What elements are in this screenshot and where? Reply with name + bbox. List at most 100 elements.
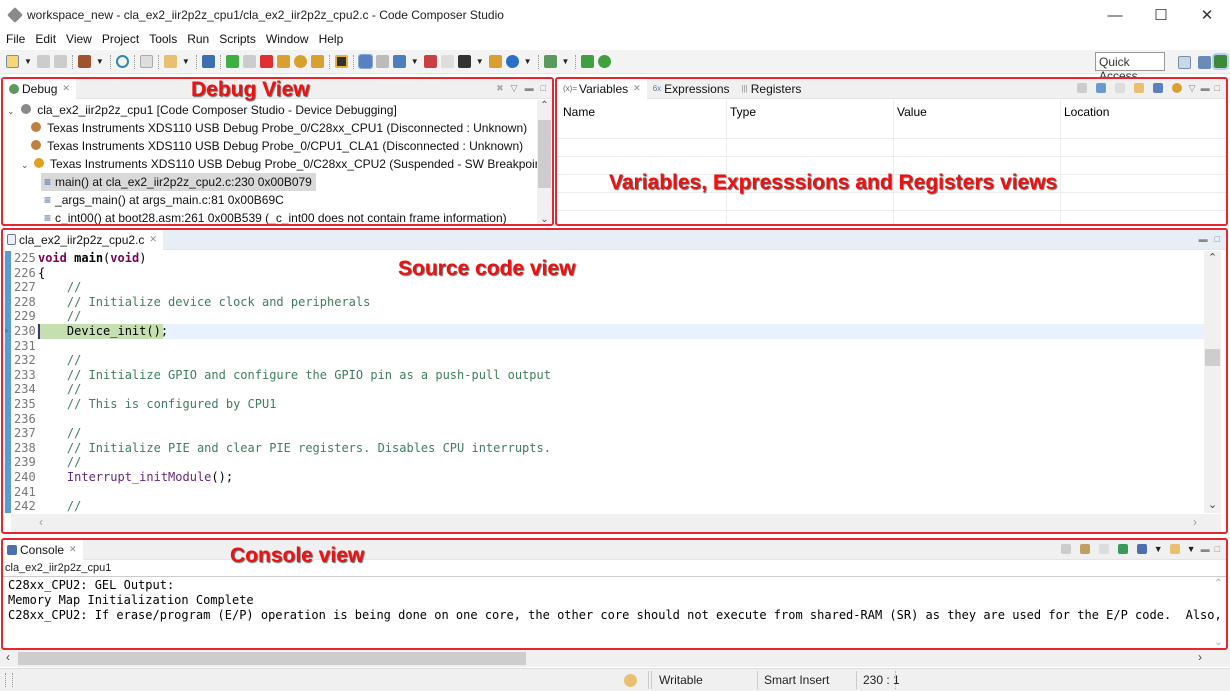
reset-dropdown-icon[interactable]: ▼ xyxy=(411,57,419,66)
new-expression-icon[interactable] xyxy=(1133,83,1144,93)
scroll-thumb[interactable] xyxy=(18,652,526,665)
save-icon[interactable] xyxy=(36,55,50,68)
code-line[interactable]: // Initialize device clock and periphera… xyxy=(38,295,370,309)
minimize-view-icon[interactable]: ▬ xyxy=(1201,83,1210,94)
new-icon[interactable] xyxy=(6,55,19,68)
menu-view[interactable]: View xyxy=(66,32,92,46)
code-line[interactable]: // xyxy=(38,499,81,513)
minimize-view-icon[interactable]: ▬ xyxy=(525,83,534,94)
debug-dropdown-icon[interactable]: ▼ xyxy=(182,57,190,66)
run-dropdown-icon[interactable]: ▼ xyxy=(524,57,532,66)
view-menu-icon[interactable]: ▽ xyxy=(1189,83,1196,94)
code-line[interactable]: Device_init(); xyxy=(38,324,168,338)
show-type-names-icon[interactable] xyxy=(1076,83,1087,93)
settings-icon[interactable] xyxy=(543,55,557,68)
reset-icon[interactable] xyxy=(392,55,406,68)
stack-frame[interactable]: ≡ _args_main() at args_main.c:81 0x00B69C xyxy=(41,191,284,209)
code-line[interactable]: // xyxy=(38,280,81,294)
tab-registers[interactable]: ||| Registers xyxy=(736,79,808,99)
code-line[interactable]: // This is configured by CPU1 xyxy=(38,397,277,411)
scroll-down-icon[interactable]: ⌄ xyxy=(1211,637,1226,648)
maximize-view-icon[interactable]: □ xyxy=(1215,234,1220,244)
step-over-icon[interactable] xyxy=(293,55,307,68)
column-header-type[interactable]: Type xyxy=(730,105,756,119)
minimize-view-icon[interactable]: ▬ xyxy=(1201,544,1210,554)
tree-item[interactable]: Texas Instruments XDS110 USB Debug Probe… xyxy=(31,137,523,155)
scroll-up-icon[interactable]: ⌃ xyxy=(537,100,552,111)
open-console-icon[interactable] xyxy=(1169,544,1180,554)
new-dropdown-icon[interactable]: ▼ xyxy=(24,57,32,66)
menu-window[interactable]: Window xyxy=(266,32,309,46)
display-console-icon[interactable] xyxy=(1136,544,1147,554)
close-tab-icon[interactable]: ✕ xyxy=(633,83,641,94)
code-line[interactable]: // xyxy=(38,426,81,440)
scroll-up-icon[interactable]: ⌃ xyxy=(1211,578,1226,589)
suspend-icon[interactable] xyxy=(242,55,256,68)
pin-console-icon[interactable] xyxy=(1117,544,1128,554)
show-logical-structure-icon[interactable] xyxy=(1095,83,1106,93)
scroll-right-icon[interactable]: › xyxy=(1198,650,1202,664)
ccs-debug-perspective-icon[interactable] xyxy=(1212,53,1229,70)
tab-source-file[interactable]: cla_ex2_iir2p2z_cpu2.c ✕ xyxy=(3,230,163,250)
maximize-view-icon[interactable]: □ xyxy=(1215,544,1220,554)
collapse-all-icon[interactable] xyxy=(1114,83,1125,93)
code-line[interactable]: // xyxy=(38,382,81,396)
tab-console[interactable]: Console ✕ xyxy=(3,540,83,560)
tab-debug[interactable]: Debug ✕ xyxy=(3,79,76,99)
scroll-left-icon[interactable]: ‹ xyxy=(39,515,43,529)
editor-vertical-scrollbar[interactable]: ⌃ ⌄ xyxy=(1204,251,1221,513)
scroll-down-icon[interactable]: ⌄ xyxy=(537,214,552,224)
column-header-name[interactable]: Name xyxy=(563,105,595,119)
editor-horizontal-scrollbar[interactable]: ‹ › xyxy=(11,514,1221,532)
expand-icon[interactable]: ⌄ xyxy=(7,106,15,116)
save-all-icon[interactable] xyxy=(53,55,67,68)
tree-item[interactable]: Texas Instruments XDS110 USB Debug Probe… xyxy=(31,119,527,137)
menu-project[interactable]: Project xyxy=(102,32,139,46)
memory-icon[interactable] xyxy=(334,55,348,68)
link-icon[interactable] xyxy=(375,55,389,68)
restart-icon[interactable] xyxy=(488,55,502,68)
code-line[interactable]: // Initialize PIE and clear PIE register… xyxy=(38,441,551,455)
close-tab-icon[interactable]: ✕ xyxy=(69,544,77,555)
run-icon[interactable] xyxy=(505,55,519,68)
open-perspective-icon[interactable] xyxy=(1178,56,1191,69)
scroll-up-icon[interactable]: ⌃ xyxy=(1204,251,1221,264)
code-line[interactable]: // xyxy=(38,353,81,367)
maximize-view-icon[interactable]: □ xyxy=(1215,83,1220,94)
scroll-left-icon[interactable]: ‹ xyxy=(6,650,10,664)
code-line[interactable]: void main(void) xyxy=(38,251,146,265)
connect-icon[interactable] xyxy=(201,55,215,68)
assembly-step-over-icon[interactable] xyxy=(598,55,612,68)
stack-frame[interactable]: ≡ c_int00() at boot28.asm:261 0x00B539 (_… xyxy=(41,209,507,224)
code-line[interactable]: { xyxy=(38,266,45,280)
word-wrap-icon[interactable] xyxy=(1098,544,1109,554)
terminate-icon[interactable] xyxy=(259,55,273,68)
tab-expressions[interactable]: 6x Expressions xyxy=(647,79,736,99)
settings-dropdown-icon[interactable]: ▼ xyxy=(562,57,570,66)
load-dropdown-icon[interactable]: ▼ xyxy=(476,57,484,66)
stack-frame-selected[interactable]: ≡ main() at cla_ex2_iir2p2z_cpu2.c:230 0x… xyxy=(41,173,316,191)
build-icon[interactable] xyxy=(77,55,91,68)
close-tab-icon[interactable]: ✕ xyxy=(149,234,157,245)
debug-scrollbar[interactable]: ⌃ ⌄ xyxy=(537,100,552,224)
maximize-view-icon[interactable]: □ xyxy=(541,83,546,94)
menu-file[interactable]: File xyxy=(6,32,25,46)
assembly-step-into-icon[interactable] xyxy=(581,55,595,68)
scroll-lock-icon[interactable] xyxy=(1079,544,1090,554)
expand-icon[interactable]: ⌄ xyxy=(21,160,29,170)
close-tab-icon[interactable]: ✕ xyxy=(62,83,70,94)
quick-access-input[interactable]: Quick Access xyxy=(1095,52,1165,83)
scroll-thumb[interactable] xyxy=(1205,349,1220,366)
step-return-icon[interactable] xyxy=(310,55,324,68)
ccs-edit-perspective-icon[interactable] xyxy=(1198,56,1211,69)
code-line[interactable]: Interrupt_initModule(); xyxy=(38,470,233,484)
tab-variables[interactable]: (x)= Variables ✕ xyxy=(557,79,647,99)
search-icon[interactable] xyxy=(115,55,129,68)
select-all-icon[interactable] xyxy=(1152,83,1163,93)
close-button[interactable]: ✕ xyxy=(1184,0,1230,30)
terminal-icon[interactable] xyxy=(139,55,153,68)
open-console-dropdown-icon[interactable]: ▼ xyxy=(1187,544,1196,554)
display-console-dropdown-icon[interactable]: ▼ xyxy=(1154,544,1163,554)
code-line[interactable]: // xyxy=(38,455,81,469)
menu-scripts[interactable]: Scripts xyxy=(219,32,256,46)
